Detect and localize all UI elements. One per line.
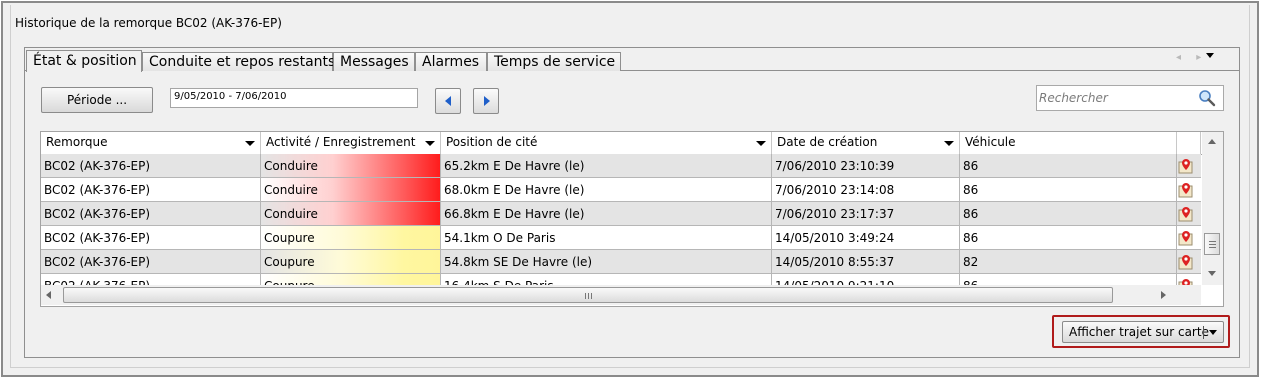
cell-activite: Conduire [261, 178, 441, 201]
map-pin-icon[interactable] [1177, 229, 1195, 247]
cell-position: 68.0km E De Havre (le) [441, 178, 772, 201]
cell-position: 54.8km SE De Havre (le) [441, 250, 772, 273]
column-header-remorque[interactable]: Remorque [41, 132, 261, 154]
cell-remorque: BC02 (AK-376-EP) [41, 226, 261, 249]
cell-vehicule: 86 [960, 202, 1177, 225]
cell-remorque: BC02 (AK-376-EP) [41, 202, 261, 225]
vertical-scroll-thumb[interactable] [1204, 233, 1220, 255]
map-pin-icon[interactable] [1177, 181, 1195, 199]
table-row[interactable]: BC02 (AK-376-EP) Conduire 66.8km E De Ha… [41, 202, 1201, 226]
cell-remorque: BC02 (AK-376-EP) [41, 154, 261, 177]
cell-remorque: BC02 (AK-376-EP) [41, 250, 261, 273]
column-header-label: Remorque [46, 135, 108, 149]
chevron-down-icon[interactable] [1209, 330, 1217, 335]
sort-dropdown-icon[interactable] [425, 141, 435, 146]
tab-menu-chevron-icon[interactable] [1206, 53, 1214, 58]
cell-date: 14/05/2010 8:55:37 [772, 250, 960, 273]
window-title: Historique de la remorque BC02 (AK-376-E… [15, 16, 282, 30]
cell-date: 7/06/2010 23:14:08 [772, 178, 960, 201]
tab-etat-position[interactable]: État & position [26, 50, 142, 72]
cell-activite: Coupure [261, 250, 441, 273]
cell-date: 14/05/2010 3:49:24 [772, 226, 960, 249]
tabstrip-right-border [1239, 47, 1240, 71]
map-pin-icon[interactable] [1177, 157, 1195, 175]
scroll-left-icon[interactable] [46, 291, 51, 299]
column-header-label: Activité / Enregistrement [266, 135, 416, 149]
column-header-label: Véhicule [965, 135, 1016, 149]
cell-date: 7/06/2010 23:10:39 [772, 154, 960, 177]
search-box [1036, 85, 1224, 111]
scroll-right-icon[interactable] [1161, 291, 1166, 299]
arrow-right-icon [484, 96, 490, 106]
cell-vehicule: 86 [960, 226, 1177, 249]
cell-remorque: BC02 (AK-376-EP) [41, 178, 261, 201]
table-row[interactable]: BC02 (AK-376-EP) Coupure 54.1km O De Par… [41, 226, 1201, 250]
history-grid: Remorque Activité / Enregistrement Posit… [40, 131, 1224, 307]
cell-vehicule: 86 [960, 154, 1177, 177]
scroll-down-icon[interactable] [1208, 271, 1216, 276]
show-route-on-map-button[interactable]: Afficher trajet sur carte [1062, 321, 1224, 343]
cell-vehicule: 82 [960, 250, 1177, 273]
sort-dropdown-icon[interactable] [245, 141, 255, 146]
tab-alarmes[interactable]: Alarmes [415, 52, 487, 71]
column-header-vehicule[interactable]: Véhicule [960, 132, 1177, 154]
next-period-button[interactable] [473, 88, 499, 114]
column-header-date[interactable]: Date de création [772, 132, 960, 154]
tabstrip-left-border [24, 47, 25, 71]
table-row[interactable]: BC02 (AK-376-EP) Conduire 68.0km E De Ha… [41, 178, 1201, 202]
tab-messages[interactable]: Messages [333, 52, 415, 71]
sort-dropdown-icon[interactable] [756, 141, 766, 146]
show-route-label: Afficher trajet sur carte [1069, 325, 1209, 339]
periode-button[interactable]: Période ... [41, 87, 153, 113]
sort-dropdown-icon[interactable] [944, 141, 954, 146]
scroll-up-icon[interactable] [1208, 139, 1216, 144]
map-pin-icon[interactable] [1177, 205, 1195, 223]
cell-date: 7/06/2010 23:17:37 [772, 202, 960, 225]
column-header-map [1177, 132, 1201, 154]
previous-period-button[interactable] [435, 88, 461, 114]
tab-conduite-repos[interactable]: Conduite et repos restants [142, 52, 335, 71]
cell-vehicule: 86 [960, 178, 1177, 201]
vertical-scrollbar[interactable] [1202, 132, 1223, 285]
horizontal-scrollbar[interactable] [41, 285, 1201, 305]
split-separator [1203, 326, 1204, 339]
column-header-position[interactable]: Position de cité [441, 132, 772, 154]
grid-header: Remorque Activité / Enregistrement Posit… [41, 132, 1223, 155]
date-range-field[interactable]: 9/05/2010 - 7/06/2010 [170, 88, 418, 108]
cell-activite: Coupure [261, 226, 441, 249]
table-row[interactable]: BC02 (AK-376-EP) Coupure 54.8km SE De Ha… [41, 250, 1201, 274]
column-header-label: Position de cité [446, 135, 538, 149]
magnifier-icon[interactable] [1198, 89, 1216, 107]
tab-temps-service[interactable]: Temps de service [487, 52, 621, 71]
table-row[interactable]: BC02 (AK-376-EP) Conduire 65.2km E De Ha… [41, 154, 1201, 178]
cell-position: 54.1km O De Paris [441, 226, 772, 249]
cell-position: 65.2km E De Havre (le) [441, 154, 772, 177]
horizontal-scroll-thumb[interactable] [63, 287, 1113, 303]
cell-position: 66.8km E De Havre (le) [441, 202, 772, 225]
search-input[interactable] [1039, 89, 1189, 107]
tabstrip-border [24, 47, 1240, 48]
cell-activite: Conduire [261, 202, 441, 225]
arrow-left-icon [445, 96, 451, 106]
tab-scroll-arrows[interactable]: ◂ ▸ [1176, 52, 1207, 63]
map-pin-icon[interactable] [1177, 253, 1195, 271]
column-header-label: Date de création [777, 135, 878, 149]
column-header-activite[interactable]: Activité / Enregistrement [261, 132, 441, 154]
cell-activite: Conduire [261, 154, 441, 177]
